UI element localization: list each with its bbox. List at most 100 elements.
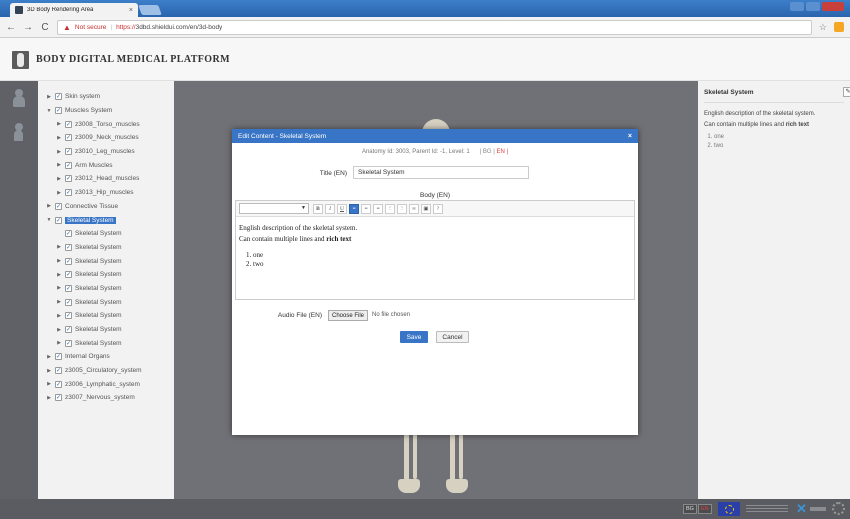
tree-item-checkbox[interactable]: ✓ <box>65 326 72 334</box>
caret-right-icon[interactable]: ▶ <box>46 381 52 387</box>
tree-item[interactable]: ▶ ✓ Internal Organs <box>38 350 174 364</box>
tree-item[interactable]: ▶ ✓ Skeletal System <box>38 254 174 268</box>
italic-button[interactable]: I <box>325 203 335 214</box>
tree-item-checkbox[interactable]: ✓ <box>65 284 72 292</box>
full-body-icon[interactable] <box>10 89 28 107</box>
tree-item[interactable]: ▶ ✓ Skeletal System <box>38 268 174 282</box>
maximize-button[interactable] <box>806 2 820 11</box>
tree-item[interactable]: ▶ ✓ z3007_Nervous_system <box>38 391 174 405</box>
back-button[interactable]: ← <box>6 22 16 33</box>
extension-icon[interactable] <box>834 22 844 32</box>
tree-item-checkbox[interactable]: ✓ <box>65 161 72 169</box>
footer-lang-en[interactable]: EN <box>698 504 712 514</box>
tree-item-checkbox[interactable]: ✓ <box>55 107 62 115</box>
bookmark-star-icon[interactable]: ☆ <box>819 22 827 33</box>
tree-item-checkbox[interactable]: ✓ <box>55 216 62 224</box>
format-select[interactable]: ▼ <box>239 203 309 214</box>
tree-item-checkbox[interactable]: ✓ <box>65 339 72 347</box>
tree-item[interactable]: ▼ ✓ Skeletal System <box>38 213 174 227</box>
window-close-button[interactable] <box>822 2 844 11</box>
link-button[interactable]: ∞ <box>409 203 419 214</box>
bold-button[interactable]: B <box>313 203 323 214</box>
tree-item[interactable]: ▶ ✓ Arm Muscles <box>38 158 174 172</box>
caret-right-icon[interactable]: ▶ <box>56 313 62 319</box>
caret-right-icon[interactable]: ▶ <box>46 395 52 401</box>
tree-item[interactable]: ▶ ✓ z3005_Circulatory_system <box>38 364 174 378</box>
caret-right-icon[interactable]: ▶ <box>46 94 52 100</box>
caret-down-icon[interactable]: ▼ <box>46 217 52 223</box>
tree-item[interactable]: ▶ ✓ z3008_Torso_muscles <box>38 117 174 131</box>
caret-right-icon[interactable]: ▶ <box>56 190 62 196</box>
caret-right-icon[interactable]: ▶ <box>46 354 52 360</box>
caret-right-icon[interactable]: ▶ <box>56 244 62 250</box>
tree-item[interactable]: ▶ ✓ Skeletal System <box>38 336 174 350</box>
minimize-button[interactable] <box>790 2 804 11</box>
tree-item[interactable]: ▼ ✓ Muscles System <box>38 104 174 118</box>
tree-item[interactable]: ▶ ✓ Skin system <box>38 90 174 104</box>
tree-item-checkbox[interactable]: ✓ <box>55 367 62 375</box>
tree-item-checkbox[interactable]: ✓ <box>65 120 72 128</box>
address-bar[interactable]: ▲ Not secure | https://3dbd.shieldui.com… <box>57 19 812 35</box>
caret-right-icon[interactable]: ▶ <box>56 299 62 305</box>
tree-item[interactable]: ▶ ✓ Skeletal System <box>38 309 174 323</box>
ordered-list-button[interactable]: ⋮ <box>385 203 395 214</box>
tree-item[interactable]: ▶ ✓ Skeletal System <box>38 295 174 309</box>
caret-right-icon[interactable]: ▶ <box>46 368 52 374</box>
browser-tab[interactable]: 3D Body Rendering Area × <box>10 3 138 17</box>
forward-button[interactable]: → <box>23 22 33 33</box>
tree-item[interactable]: ▶ ✓ z3006_Lymphatic_system <box>38 377 174 391</box>
tree-item[interactable]: ▶ ✓ z3009_Neck_muscles <box>38 131 174 145</box>
title-input[interactable] <box>353 166 529 179</box>
caret-right-icon[interactable]: ▶ <box>56 149 62 155</box>
tab-close-icon[interactable]: × <box>129 7 133 14</box>
caret-right-icon[interactable]: ▶ <box>56 327 62 333</box>
tree-item-checkbox[interactable]: ✓ <box>55 202 62 210</box>
head-view-icon[interactable] <box>10 123 28 141</box>
cancel-button[interactable]: Cancel <box>436 331 469 343</box>
tree-item-checkbox[interactable]: ✓ <box>55 380 62 388</box>
tree-item-checkbox[interactable]: ✓ <box>65 189 72 197</box>
tree-item[interactable]: ▶ ✓ z3013_Hip_muscles <box>38 186 174 200</box>
reload-button[interactable]: C <box>40 22 50 33</box>
tree-item[interactable]: ✓ Skeletal System <box>38 227 174 241</box>
unordered-list-button[interactable]: ⋮ <box>397 203 407 214</box>
tree-item-checkbox[interactable]: ✓ <box>55 353 62 361</box>
editor-content[interactable]: English description of the skeletal syst… <box>236 217 634 275</box>
edit-icon[interactable]: ✎ <box>843 87 850 97</box>
caret-right-icon[interactable]: ▶ <box>56 176 62 182</box>
tree-item[interactable]: ▶ ✓ Skeletal System <box>38 282 174 296</box>
footer-lang-bg[interactable]: BG <box>683 504 697 514</box>
tree-item-checkbox[interactable]: ✓ <box>65 230 72 238</box>
tree-item-checkbox[interactable]: ✓ <box>65 175 72 183</box>
caret-right-icon[interactable]: ▶ <box>56 285 62 291</box>
tree-item-checkbox[interactable]: ✓ <box>65 148 72 156</box>
caret-right-icon[interactable]: ▶ <box>46 203 52 209</box>
underline-button[interactable]: U <box>337 203 347 214</box>
tree-item-checkbox[interactable]: ✓ <box>55 93 62 101</box>
caret-right-icon[interactable]: ▶ <box>56 258 62 264</box>
modal-close-icon[interactable]: × <box>628 133 632 140</box>
tree-item-checkbox[interactable]: ✓ <box>55 394 62 402</box>
modal-lang-bg[interactable]: | BG | <box>480 149 495 155</box>
tree-item[interactable]: ▶ ✓ z3010_Leg_muscles <box>38 145 174 159</box>
caret-right-icon[interactable]: ▶ <box>56 162 62 168</box>
tree-item[interactable]: ▶ ✓ Connective Tissue <box>38 200 174 214</box>
caret-right-icon[interactable]: ▶ <box>56 272 62 278</box>
tree-item-checkbox[interactable]: ✓ <box>65 243 72 251</box>
save-button[interactable]: Save <box>400 331 428 343</box>
tree-item-checkbox[interactable]: ✓ <box>65 312 72 320</box>
tree-item-checkbox[interactable]: ✓ <box>65 257 72 265</box>
tree-item[interactable]: ▶ ✓ Skeletal System <box>38 241 174 255</box>
align-right-button[interactable]: ≡ <box>373 203 383 214</box>
modal-lang-en[interactable]: EN <box>496 149 504 155</box>
align-center-button[interactable]: ≡ <box>361 203 371 214</box>
caret-right-icon[interactable]: ▶ <box>56 340 62 346</box>
new-tab-button[interactable] <box>138 5 162 15</box>
caret-right-icon[interactable]: ▶ <box>56 135 62 141</box>
caret-down-icon[interactable]: ▼ <box>46 108 52 114</box>
image-button[interactable]: ▣ <box>421 203 431 214</box>
choose-file-button[interactable]: Choose File <box>328 310 369 321</box>
align-left-button[interactable]: ≡ <box>349 203 359 214</box>
tree-item-checkbox[interactable]: ✓ <box>65 271 72 279</box>
caret-right-icon[interactable]: ▶ <box>56 121 62 127</box>
